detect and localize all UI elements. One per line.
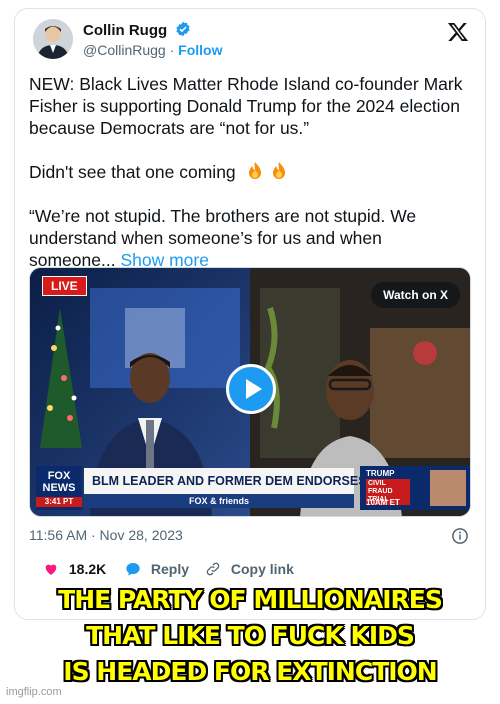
side-news-thumbnail	[430, 470, 466, 506]
reply-icon	[126, 563, 140, 576]
caption-line-2: THAT LIKE TO FUCK KIDS	[86, 621, 415, 650]
verified-badge-icon	[176, 21, 190, 37]
handle-separator: ·	[169, 42, 175, 58]
author-name[interactable]: Collin Rugg	[83, 21, 191, 39]
watch-on-x-button[interactable]: Watch on X	[371, 282, 460, 308]
tweet-timestamp[interactable]: 11:56 AM · Nov 28, 2023	[29, 527, 183, 543]
follow-button[interactable]: Follow	[178, 42, 222, 58]
chyron-headline: BLM LEADER AND FORMER DEM ENDORSES TRUMP	[84, 468, 414, 494]
like-count: 18.2K	[68, 561, 107, 577]
meme-caption: THE PARTY OF MILLIONAIRES THAT LIKE TO F…	[0, 582, 500, 690]
reply-label: Reply	[150, 561, 190, 577]
avatar[interactable]	[33, 19, 73, 59]
like-button[interactable]: 18.2K	[43, 561, 106, 577]
side-news-box: TRUMP CIVIL FRAUD TRIAL 10AM ET	[360, 466, 470, 510]
info-icon[interactable]	[451, 527, 469, 545]
news-lower-third: FOX NEWS 3:41 PT BLM LEADER AND FORMER D…	[30, 464, 470, 516]
video-player[interactable]: LIVE Watch on X FOX NEWS 3:41 PT BLM LEA…	[29, 267, 471, 517]
imgflip-watermark: imgflip.com	[6, 686, 62, 698]
tweet-paragraph-3: “We’re not stupid. The brothers are not …	[29, 206, 417, 270]
link-icon	[206, 562, 220, 576]
play-icon	[246, 379, 262, 399]
fire-icon	[273, 162, 286, 179]
reply-button[interactable]: Reply	[125, 561, 189, 577]
live-badge: LIVE	[42, 276, 87, 296]
caption-line-1: THE PARTY OF MILLIONAIRES	[58, 585, 443, 614]
x-logo-icon[interactable]	[447, 21, 469, 43]
tweet-paragraph-1: NEW: Black Lives Matter Rhode Island co-…	[29, 74, 463, 138]
play-button[interactable]	[226, 364, 276, 414]
handle-row: @CollinRugg · Follow	[83, 42, 222, 58]
author-handle[interactable]: @CollinRugg	[83, 42, 166, 58]
fire-icon	[248, 162, 261, 179]
tweet-card: Collin Rugg @CollinRugg · Follow NEW: Bl…	[14, 8, 486, 620]
caption-line-3: IS HEADED FOR EXTINCTION	[63, 657, 437, 686]
tweet-paragraph-2: Didn't see that one coming	[29, 161, 469, 183]
fox-news-logo: FOX NEWS 3:41 PT	[36, 466, 82, 510]
copy-link-label: Copy link	[230, 561, 294, 577]
heart-icon	[45, 564, 57, 575]
tweet-text: NEW: Black Lives Matter Rhode Island co-…	[29, 73, 469, 293]
copy-link-button[interactable]: Copy link	[205, 561, 294, 577]
chyron-show-name: FOX & friends	[84, 494, 354, 508]
